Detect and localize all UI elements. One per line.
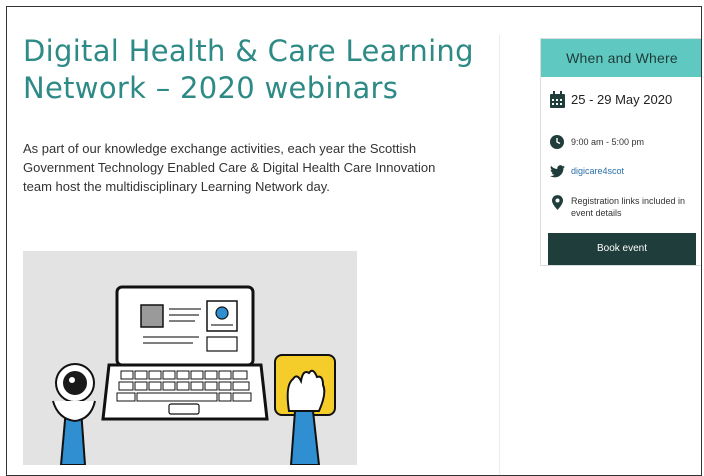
twitter-link[interactable]: digicare4scot — [571, 165, 624, 177]
twitter-row[interactable]: digicare4scot — [548, 165, 624, 178]
intro-paragraph: As part of our knowledge exchange activi… — [23, 141, 436, 194]
laptop-illustration — [52, 285, 336, 465]
clock-icon — [548, 135, 566, 149]
twitter-icon — [548, 165, 566, 178]
page-frame: Digital Health & Care Learning Network –… — [6, 6, 702, 476]
event-location: Registration links included in event det… — [571, 196, 686, 218]
hero-illustration — [23, 251, 357, 465]
calendar-icon — [548, 91, 566, 109]
event-date: 25 - 29 May 2020 — [571, 92, 673, 107]
article-main: Digital Health & Care Learning Network –… — [23, 33, 483, 196]
page-title: Digital Health & Care Learning Network –… — [23, 34, 474, 105]
map-pin-icon — [548, 195, 566, 210]
event-time: 9:00 am - 5:00 pm — [571, 137, 645, 147]
column-divider — [499, 35, 500, 475]
card-heading: When and Where — [541, 39, 701, 77]
when-where-card: When and Where 25 - 29 May 2020 9:00 am … — [540, 38, 701, 266]
date-row: 25 - 29 May 2020 — [548, 91, 672, 109]
location-row: Registration links included in event det… — [548, 195, 701, 219]
book-event-button[interactable]: Book event — [548, 233, 696, 265]
time-row: 9:00 am - 5:00 pm — [548, 135, 644, 149]
